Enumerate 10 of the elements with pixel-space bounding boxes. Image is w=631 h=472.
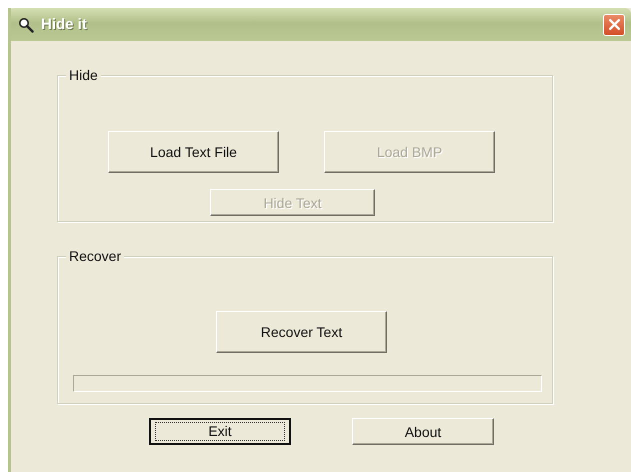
push-button[interactable]: Load Text File [108, 131, 279, 173]
group-label: Recover [66, 248, 124, 264]
group-label: Hide [66, 67, 101, 83]
magnifier-icon [18, 16, 34, 32]
push-button[interactable]: Exit [149, 418, 291, 445]
close-icon [608, 18, 620, 31]
push-button[interactable]: Recover Text [216, 311, 387, 353]
window-title: Hide it [41, 16, 87, 33]
push-button[interactable]: About [352, 418, 494, 445]
close-button[interactable] [603, 14, 625, 36]
